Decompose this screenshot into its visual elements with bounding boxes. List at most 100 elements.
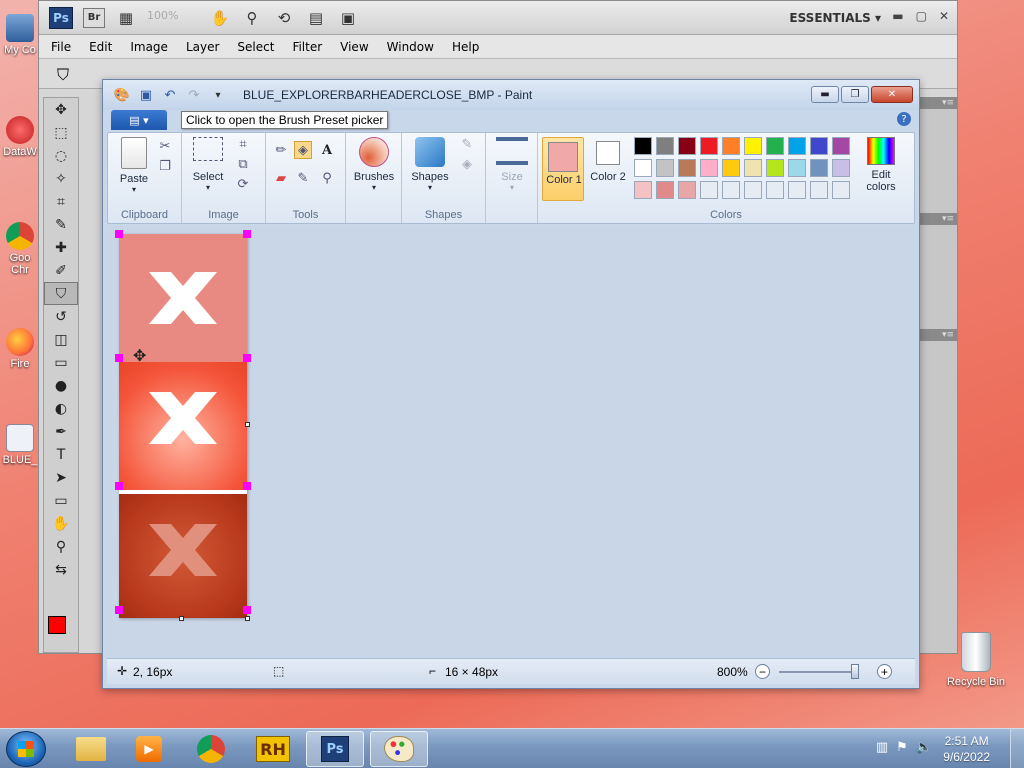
color-swatch[interactable] (634, 159, 652, 177)
eraser-icon[interactable]: ▰ (272, 169, 290, 187)
minimize-button[interactable]: ▬ (811, 86, 839, 103)
canvas-resize-handle[interactable] (245, 616, 250, 621)
clone-stamp-tool-icon[interactable]: ⛉ (44, 282, 78, 305)
size-button[interactable]: Size ▾ (492, 137, 532, 192)
brushes-button[interactable]: Brushes ▾ (350, 137, 398, 192)
minimize-icon[interactable]: ▬ (892, 9, 903, 23)
color-swatch[interactable] (744, 159, 762, 177)
taskbar-photoshop[interactable]: Ps (306, 731, 364, 767)
pencil-icon[interactable]: ✏ (272, 141, 290, 159)
color-swatch[interactable] (634, 181, 652, 199)
color-swatch[interactable] (744, 137, 762, 155)
magic-wand-icon[interactable]: ✧ (44, 167, 78, 190)
color-swatch[interactable] (810, 181, 828, 199)
select-button[interactable]: Select ▾ (188, 137, 228, 192)
outline-icon[interactable]: ✎ (458, 135, 476, 153)
color-swatch[interactable] (634, 137, 652, 155)
panel-collapse-bar[interactable]: ▾≡ (919, 329, 957, 341)
canvas-area[interactable]: ✥ (107, 226, 915, 656)
menu-layer[interactable]: Layer (186, 40, 219, 54)
color-swatch[interactable] (722, 159, 740, 177)
path-selection-icon[interactable]: ➤ (44, 466, 78, 489)
edit-colors-button[interactable]: Edit colors (858, 137, 904, 193)
close-button[interactable]: ✕ (871, 86, 913, 103)
copy-icon[interactable]: ❐ (156, 157, 174, 175)
color-swatch[interactable] (722, 137, 740, 155)
history-brush-icon[interactable]: ↺ (44, 305, 78, 328)
color-swatch[interactable] (766, 159, 784, 177)
color-swatch[interactable] (700, 181, 718, 199)
move-tool-icon[interactable]: ✥ (44, 98, 78, 121)
color-swatch[interactable] (722, 181, 740, 199)
swap-colors-icon[interactable]: ⇆ (44, 558, 78, 581)
color-swatch[interactable] (810, 137, 828, 155)
color-swatch[interactable] (656, 137, 674, 155)
zoom-icon[interactable]: ⚲ (241, 9, 263, 27)
color-swatch[interactable] (656, 181, 674, 199)
color-swatch[interactable] (810, 159, 828, 177)
desktop-icon-dataw[interactable]: DataW (0, 116, 40, 158)
help-icon[interactable]: ? (897, 112, 911, 126)
marquee-tool-icon[interactable]: ⬚ (44, 121, 78, 144)
color-swatch[interactable] (832, 137, 850, 155)
start-button[interactable] (6, 731, 46, 767)
menu-image[interactable]: Image (130, 40, 168, 54)
lasso-tool-icon[interactable]: ◌ (44, 144, 78, 167)
selection-handle[interactable] (115, 606, 123, 614)
save-icon[interactable]: ▣ (137, 86, 155, 104)
menu-help[interactable]: Help (452, 40, 479, 54)
workspace-switcher[interactable]: ESSENTIALS ▾ (789, 11, 881, 25)
color-swatch[interactable] (678, 137, 696, 155)
desktop-icon-my-computer[interactable]: My Co (0, 14, 40, 56)
network-icon[interactable]: ▥ (876, 740, 888, 755)
shapes-button[interactable]: Shapes ▾ (406, 137, 454, 192)
menu-file[interactable]: File (51, 40, 71, 54)
gradient-tool-icon[interactable]: ▭ (44, 351, 78, 374)
color-swatch[interactable] (832, 159, 850, 177)
desktop-icon-chrome[interactable]: Goo Chr (0, 222, 40, 276)
maximize-icon[interactable]: ▢ (916, 9, 927, 23)
image-canvas[interactable]: ✥ (115, 230, 251, 621)
action-center-icon[interactable]: ⚑ (896, 740, 908, 755)
color-swatch[interactable] (656, 159, 674, 177)
arrange-documents-icon[interactable]: ▤ (305, 9, 327, 27)
paste-button[interactable]: Paste ▾ (114, 137, 154, 194)
menu-filter[interactable]: Filter (292, 40, 322, 54)
screen-mode-icon[interactable]: ▦ (115, 9, 137, 27)
selection-handle[interactable] (115, 354, 123, 362)
selection-handle[interactable] (243, 606, 251, 614)
pen-tool-icon[interactable]: ✒ (44, 420, 78, 443)
text-icon[interactable]: A (318, 141, 336, 159)
desktop-icon-blue-file[interactable]: BLUE_ (0, 424, 40, 466)
rotate-view-icon[interactable]: ⟲ (273, 9, 295, 27)
fill-icon[interactable]: ◈ (294, 141, 312, 159)
selection-handle[interactable] (243, 482, 251, 490)
screen-icon[interactable]: ▣ (337, 9, 359, 27)
brush-tool-icon[interactable]: ✐ (44, 259, 78, 282)
color-swatch[interactable] (700, 159, 718, 177)
customize-quick-access-icon[interactable]: ▾ (209, 86, 227, 104)
zoom-slider-track[interactable] (779, 671, 859, 673)
cut-icon[interactable]: ✂ (156, 137, 174, 155)
rotate-icon[interactable]: ⟳ (234, 175, 252, 193)
selection-handle[interactable] (115, 230, 123, 238)
color-swatch[interactable] (832, 181, 850, 199)
bridge-button[interactable]: Br (83, 7, 105, 28)
selection-handle[interactable] (243, 354, 251, 362)
color-swatch[interactable] (788, 137, 806, 155)
close-icon[interactable]: ✕ (939, 9, 949, 23)
selection-handle[interactable] (115, 482, 123, 490)
color2-button[interactable]: Color 2 (588, 137, 628, 183)
panel-collapse-bar[interactable]: ▾≡ (919, 213, 957, 225)
shape-tool-icon[interactable]: ▭ (44, 489, 78, 512)
hand-icon[interactable]: ✋ (209, 9, 231, 27)
zoom-out-button[interactable]: − (755, 664, 770, 679)
menu-window[interactable]: Window (387, 40, 434, 54)
paint-app-icon[interactable]: 🎨 (113, 86, 131, 104)
undo-icon[interactable]: ↶ (161, 86, 179, 104)
volume-icon[interactable]: 🔈 (916, 740, 932, 755)
clone-stamp-icon[interactable]: ⛉ (57, 65, 69, 85)
menu-select[interactable]: Select (237, 40, 274, 54)
zoom-slider-thumb[interactable] (851, 664, 859, 679)
taskbar-paint[interactable] (370, 731, 428, 767)
